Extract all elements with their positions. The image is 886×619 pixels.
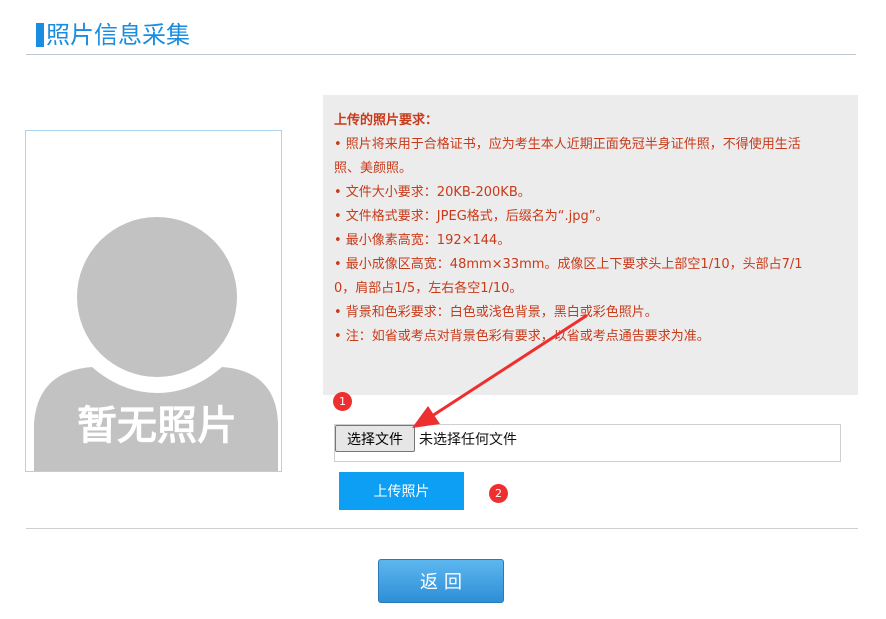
- upload-photo-button[interactable]: 上传照片: [339, 472, 464, 510]
- avatar-placeholder-icon: 暂无照片: [34, 217, 278, 471]
- step-2-badge: 2: [489, 484, 508, 503]
- step-1-badge: 1: [333, 392, 352, 411]
- photo-requirements-panel: 上传的照片要求： • 照片将来用于合格证书，应为考生本人近期正面免冠半身证件照，…: [323, 95, 858, 395]
- footer-divider: [26, 528, 858, 529]
- requirement-line: • 背景和色彩要求：白色或浅色背景，黑白或彩色照片。: [334, 305, 658, 320]
- page-title-text: 照片信息采集: [46, 21, 190, 49]
- title-divider: [26, 54, 856, 55]
- requirement-line: • 最小像素高宽：192×144。: [334, 233, 511, 248]
- choose-file-button[interactable]: 选择文件: [335, 425, 415, 452]
- requirement-line: 0，肩部占1/5，左右各空1/10。: [334, 281, 523, 296]
- requirements-heading: 上传的照片要求：: [334, 113, 439, 128]
- page-title: 照片信息采集: [36, 18, 190, 52]
- requirement-line: 照、美颜照。: [334, 161, 413, 176]
- photo-preview: 暂无照片: [25, 130, 282, 472]
- requirement-line: • 文件格式要求：JPEG格式，后缀名为“.jpg”。: [334, 209, 609, 224]
- no-photo-label: 暂无照片: [77, 403, 237, 449]
- back-button[interactable]: 返回: [378, 559, 504, 603]
- file-status-text: 未选择任何文件: [419, 432, 517, 448]
- requirement-line: • 照片将来用于合格证书，应为考生本人近期正面免冠半身证件照，不得使用生活: [334, 137, 801, 152]
- title-accent-bar: [36, 23, 44, 47]
- requirement-line: • 最小成像区高宽：48mm×33mm。成像区上下要求头上部空1/10，头部占7…: [334, 257, 803, 272]
- requirement-line: • 文件大小要求：20KB-200KB。: [334, 185, 531, 200]
- requirement-line: • 注：如省或考点对背景色彩有要求，以省或考点通告要求为准。: [334, 329, 710, 344]
